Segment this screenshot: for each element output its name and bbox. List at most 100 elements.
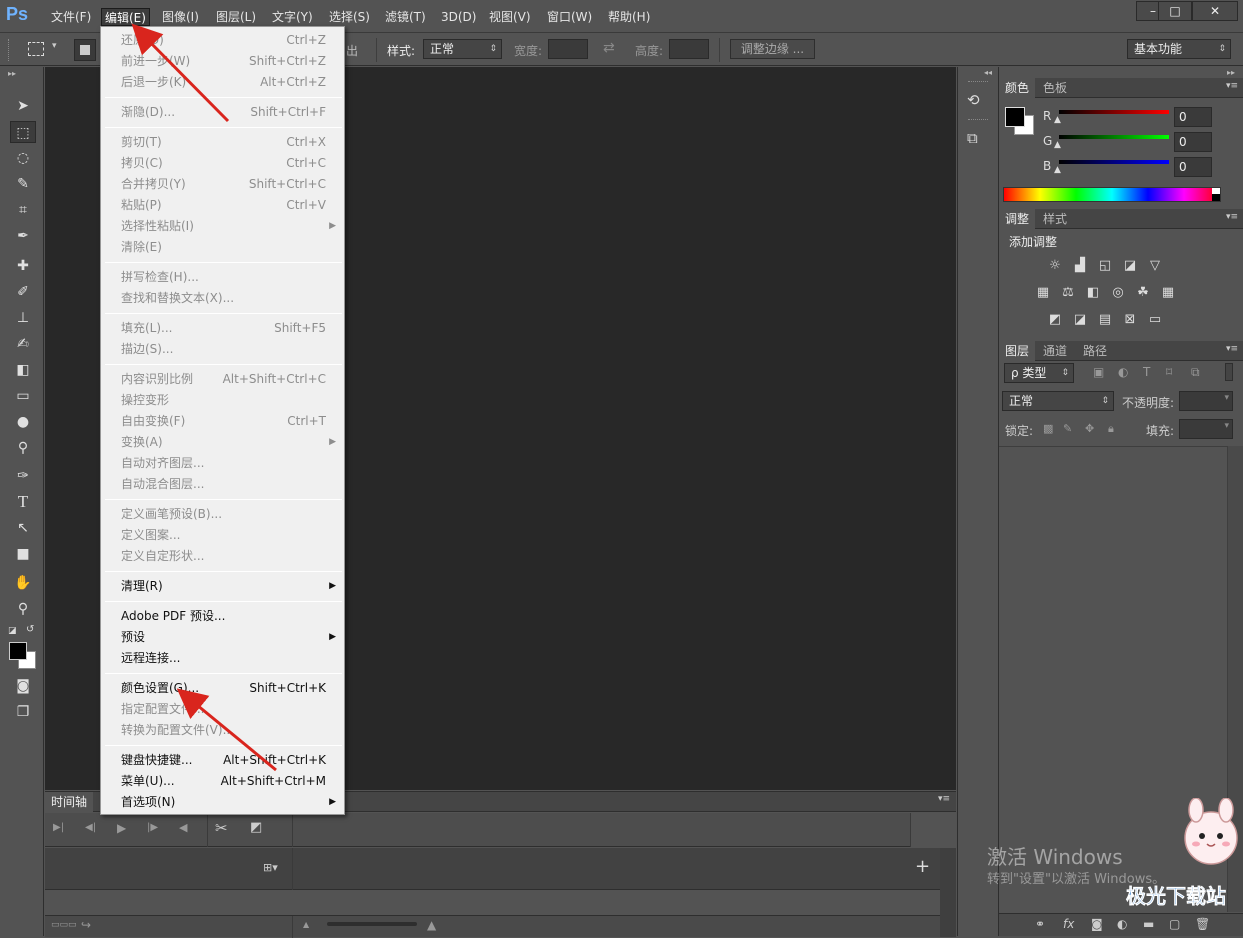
color-balance-icon[interactable]: ⚖ [1058, 285, 1078, 301]
lasso-tool-icon[interactable]: ◌ [10, 147, 36, 169]
adjustment-icon[interactable]: ◐ [1117, 917, 1127, 931]
maximize-button[interactable]: □ [1158, 1, 1192, 21]
panel-menu-icon[interactable]: ▾≡ [938, 794, 950, 804]
panel-menu-icon[interactable]: ▾≡ [1226, 344, 1238, 354]
edit-menu-item[interactable]: 剪切(T) Ctrl+X [103, 132, 342, 153]
edit-menu-item[interactable]: 键盘快捷键... Alt+Shift+Ctrl+K [103, 750, 342, 771]
lock-transparent-icon[interactable]: ▩ [1043, 422, 1053, 435]
swap-icon[interactable]: ⇄ [603, 40, 615, 56]
red-slider[interactable] [1059, 110, 1169, 114]
fill-input[interactable]: ▾ [1179, 419, 1233, 439]
edit-menu-item[interactable]: 还原(O) Ctrl+Z [103, 30, 342, 51]
marquee-tool-icon[interactable] [28, 42, 44, 56]
edit-menu-item[interactable]: 转换为配置文件(V)... [103, 720, 342, 741]
tab-swatches[interactable]: 色板 [1037, 78, 1073, 98]
edit-menu-item[interactable]: 拼写检查(H)... [103, 267, 342, 288]
foreground-color-swatch[interactable] [9, 642, 27, 660]
menu-file[interactable]: 文件(F) [48, 8, 94, 26]
channel-mixer-icon[interactable]: ☘ [1133, 285, 1153, 301]
selective-color-icon[interactable]: ⊠ [1120, 312, 1140, 328]
gradient-map-icon[interactable]: ▭ [1145, 312, 1165, 328]
blend-mode-select[interactable]: 正常 ⇕ [1002, 391, 1114, 411]
edit-menu-item[interactable]: 描边(S)... [103, 339, 342, 360]
exposure-icon[interactable]: ◪ [1120, 258, 1140, 274]
menu-help[interactable]: 帮助(H) [605, 8, 653, 26]
history-brush-tool-icon[interactable]: ✍ [10, 333, 36, 355]
width-input[interactable] [548, 39, 588, 59]
scissors-icon[interactable]: ✂ [215, 819, 228, 837]
link-icon[interactable]: ⚭ [1035, 917, 1045, 931]
filter-toggle[interactable] [1225, 363, 1233, 381]
chevron-down-icon[interactable]: ▾ [1224, 393, 1229, 403]
zoom-tool-icon[interactable]: ⚲ [10, 598, 36, 620]
edit-menu-item[interactable]: 颜色设置(G)... Shift+Ctrl+K [103, 678, 342, 699]
menu-layer[interactable]: 图层(L) [213, 8, 259, 26]
smart-filter-icon[interactable]: ⧉ [1191, 365, 1200, 380]
collapse-icon[interactable]: ▸▸ [1227, 68, 1235, 77]
edit-menu-item[interactable]: 自动对齐图层... [103, 453, 342, 474]
gradient-tool-icon[interactable]: ▭ [10, 385, 36, 407]
threshold-icon[interactable]: ▤ [1095, 312, 1115, 328]
lock-move-icon[interactable]: ✥ [1085, 422, 1094, 435]
edit-menu-item[interactable]: 清理(R) ▶ [103, 576, 342, 597]
edit-menu-item[interactable]: 粘贴(P) Ctrl+V [103, 195, 342, 216]
properties-icon[interactable]: ⧉ [967, 129, 978, 147]
edit-menu-item[interactable]: 变换(A) ▶ [103, 432, 342, 453]
eraser-tool-icon[interactable]: ◧ [10, 359, 36, 381]
brightness-icon[interactable]: ☼ [1045, 258, 1065, 274]
menu-image[interactable]: 图像(I) [159, 8, 202, 26]
edit-menu-item[interactable]: 自由变换(F) Ctrl+T [103, 411, 342, 432]
green-value-input[interactable]: 0 [1174, 132, 1212, 152]
grip-handle[interactable] [968, 81, 988, 83]
blur-tool-icon[interactable]: ● [10, 411, 36, 433]
adjustment-filter-icon[interactable]: ◐ [1118, 365, 1128, 379]
image-filter-icon[interactable]: ▣ [1093, 365, 1104, 379]
menu-view[interactable]: 视图(V) [486, 8, 534, 26]
color-spectrum-bar[interactable] [1003, 187, 1221, 202]
edit-menu-item[interactable]: 后退一步(K) Alt+Ctrl+Z [103, 72, 342, 93]
menu-type[interactable]: 文字(Y) [269, 8, 316, 26]
tab-color[interactable]: 颜色 [999, 78, 1036, 98]
panel-menu-icon[interactable]: ▾≡ [1226, 212, 1238, 222]
edit-menu-item[interactable]: 首选项(N) ▶ [103, 792, 342, 813]
edit-menu-item[interactable]: 自动混合图层... [103, 474, 342, 495]
posterize-icon[interactable]: ◪ [1070, 312, 1090, 328]
edit-menu-item[interactable]: 拷贝(C) Ctrl+C [103, 153, 342, 174]
play-icon[interactable]: ▶ [117, 821, 126, 835]
lock-paint-icon[interactable]: ✎ [1063, 422, 1072, 435]
menu-select[interactable]: 选择(S) [326, 8, 373, 26]
menu-filter[interactable]: 滤镜(T) [382, 8, 429, 26]
zoom-out-icon[interactable]: ▲ [303, 920, 309, 929]
edit-menu-item[interactable]: 前进一步(W) Shift+Ctrl+Z [103, 51, 342, 72]
crop-tool-icon[interactable]: ⌗ [10, 199, 36, 221]
collapse-icon[interactable]: ◂◂ [984, 68, 992, 77]
chevron-down-icon[interactable]: ▾ [1224, 421, 1229, 431]
black-white-icon[interactable]: ◧ [1083, 285, 1103, 301]
opacity-input[interactable]: ▾ [1179, 391, 1233, 411]
tab-timeline[interactable]: 时间轴 [45, 792, 94, 812]
edit-menu-item[interactable]: 定义画笔预设(B)... [103, 504, 342, 525]
vibrance-icon[interactable]: ▽ [1145, 258, 1165, 274]
style-select[interactable]: 正常 ⇕ [423, 39, 502, 59]
eyedropper-tool-icon[interactable]: ✒ [10, 225, 36, 247]
quick-select-tool-icon[interactable]: ✎ [10, 173, 36, 195]
zoom-slider[interactable] [327, 922, 417, 926]
photo-filter-icon[interactable]: ◎ [1108, 285, 1128, 301]
edit-menu-item[interactable]: 操控变形 [103, 390, 342, 411]
blue-slider[interactable] [1059, 160, 1169, 164]
folder-icon[interactable]: ▬ [1143, 917, 1154, 931]
edit-menu-item[interactable]: 定义自定形状... [103, 546, 342, 567]
red-value-input[interactable]: 0 [1174, 107, 1212, 127]
history-icon[interactable]: ⟲ [967, 91, 980, 109]
marquee-tool-icon[interactable]: ⬚ [10, 121, 36, 143]
type-tool-icon[interactable]: T [10, 491, 36, 513]
hand-tool-icon[interactable]: ✋ [10, 572, 36, 594]
default-colors-icon[interactable]: ◪ [8, 626, 17, 636]
grip-handle[interactable] [968, 119, 988, 121]
refine-edge-button[interactable]: 调整边缘 ... [730, 39, 815, 59]
edit-menu-item[interactable]: 远程连接... [103, 648, 342, 669]
color-lookup-icon[interactable]: ▦ [1158, 285, 1178, 301]
edit-menu-item[interactable]: 合并拷贝(Y) Shift+Ctrl+C [103, 174, 342, 195]
next-frame-icon[interactable]: |▶ [147, 822, 158, 833]
brush-tool-icon[interactable]: ✐ [10, 281, 36, 303]
